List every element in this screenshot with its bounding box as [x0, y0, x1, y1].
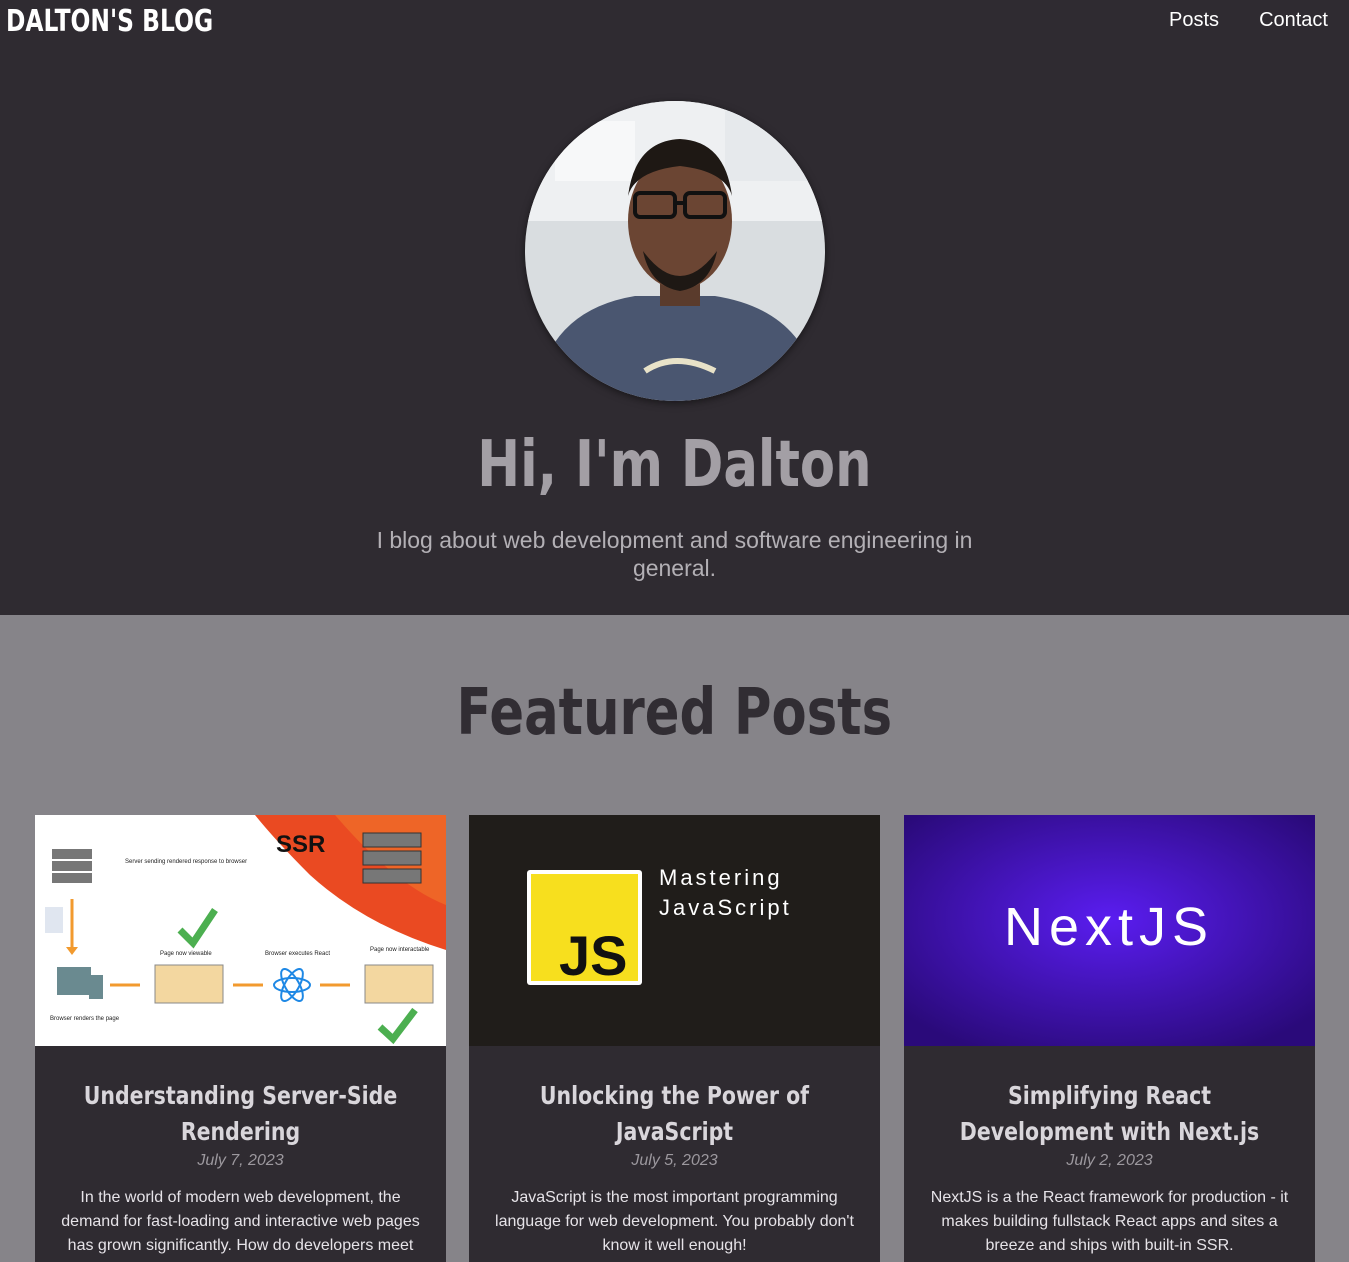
post-card[interactable]: NextJS Simplifying React Development wit… [904, 815, 1315, 1262]
post-date: July 2, 2023 [1066, 1152, 1153, 1169]
post-date: July 7, 2023 [197, 1152, 284, 1169]
post-date: July 5, 2023 [631, 1152, 718, 1169]
navbar: DALTON'S BLOG Posts Contact [0, 0, 1349, 48]
js-logo-text: JS [559, 924, 628, 987]
ssr-step-text: Server sending rendered response to brow… [125, 859, 247, 865]
nav-links: Posts Contact [1169, 9, 1328, 32]
nav-link-posts[interactable]: Posts [1169, 9, 1219, 32]
post-excerpt: NextJS is a the React framework for prod… [930, 1189, 1289, 1254]
post-title[interactable]: Understanding Server-Side Rendering [49, 1078, 432, 1150]
ssr-step-text: Browser executes React [265, 951, 330, 957]
post-excerpt: In the world of modern web development, … [61, 1189, 420, 1262]
post-thumbnail-javascript[interactable]: JS Mastering JavaScript [469, 815, 880, 1046]
profile-avatar [525, 101, 825, 401]
nav-link-contact[interactable]: Contact [1259, 9, 1328, 32]
ssr-step-text: Page now viewable [160, 951, 212, 957]
hero-title: Hi, I'm Dalton [477, 428, 872, 502]
javascript-text: JavaScript [659, 895, 792, 920]
hero-section: Hi, I'm Dalton I blog about web developm… [0, 48, 1349, 615]
ssr-label-text: SSR [276, 831, 325, 858]
mastering-text: Mastering [659, 865, 783, 890]
post-thumbnail-ssr[interactable]: SSR Server sending rendered response to … [35, 815, 446, 1046]
ssr-step-text: Browser renders the page [50, 1016, 120, 1022]
nextjs-logo-text: NextJS [1004, 897, 1214, 957]
post-card[interactable]: JS Mastering JavaScript Unlocking the Po… [469, 815, 880, 1262]
post-thumbnail-nextjs[interactable]: NextJS [904, 815, 1315, 1046]
site-logo[interactable]: DALTON'S BLOG [6, 4, 213, 39]
post-excerpt: JavaScript is the most important program… [495, 1189, 854, 1254]
post-card[interactable]: SSR Server sending rendered response to … [35, 815, 446, 1262]
hero-subtitle: I blog about web development and softwar… [376, 527, 973, 581]
post-title[interactable]: Unlocking the Power of JavaScript [483, 1078, 866, 1150]
featured-posts-heading: Featured Posts [456, 676, 893, 750]
post-title[interactable]: Simplifying React Development with Next.… [918, 1078, 1301, 1150]
ssr-step-text: Page now interactable [370, 947, 430, 953]
